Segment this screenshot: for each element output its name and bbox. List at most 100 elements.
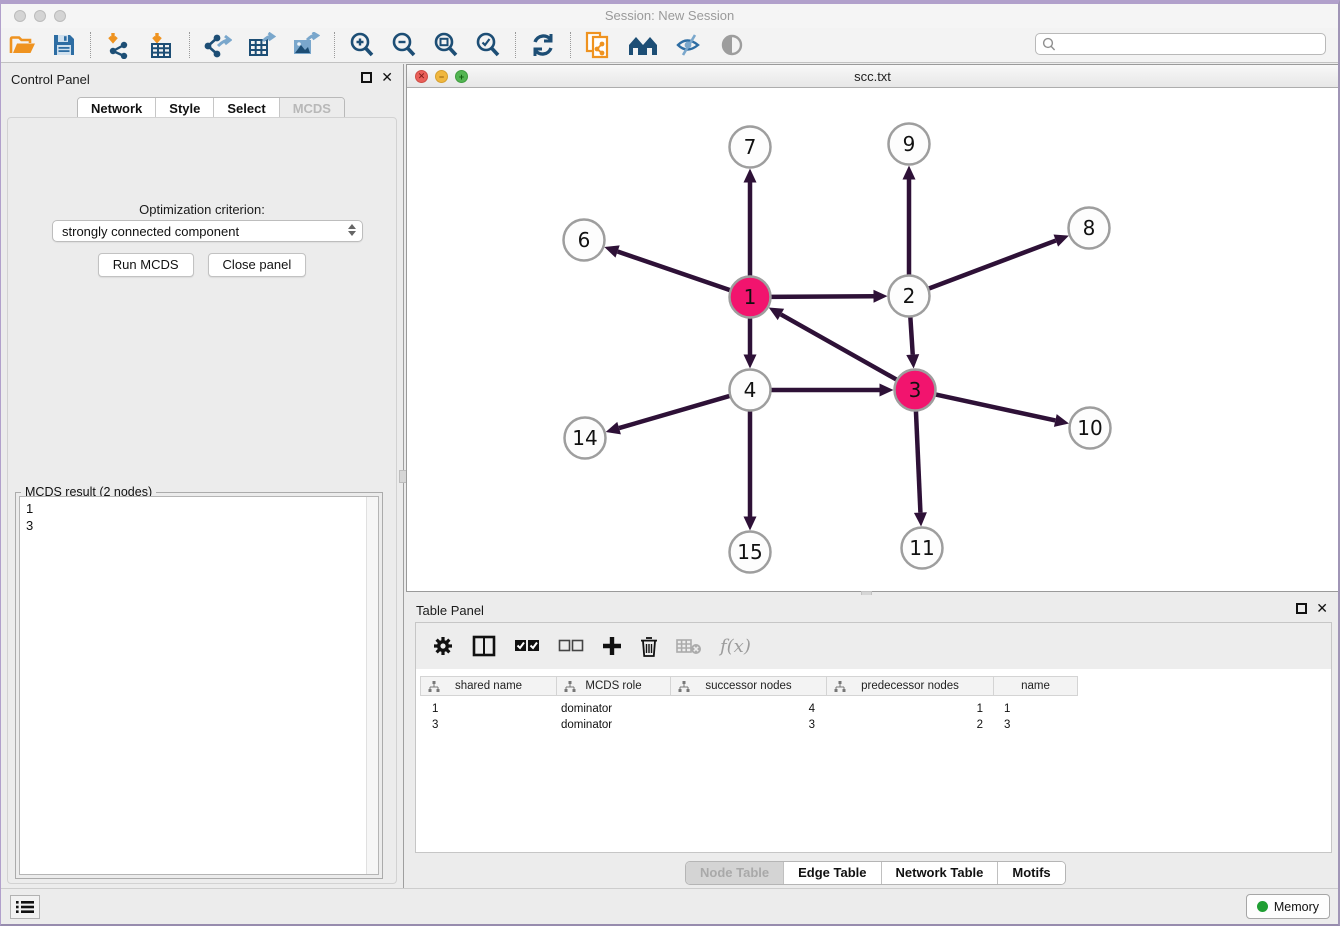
refresh-icon	[530, 32, 556, 58]
column-header-mcds-role[interactable]: MCDS role	[557, 676, 671, 696]
memory-button[interactable]: Memory	[1246, 894, 1330, 919]
search-box[interactable]	[1035, 33, 1326, 55]
close-panel-button[interactable]: Close panel	[208, 253, 307, 277]
graph-edge-4-14[interactable]	[619, 395, 732, 428]
network-window-titlebar[interactable]: ✕ − + scc.txt	[407, 65, 1338, 88]
toolbar-separator	[515, 32, 516, 58]
tab-edge-table[interactable]: Edge Table	[784, 862, 881, 884]
float-panel-icon[interactable]	[361, 72, 372, 83]
clone-network-button[interactable]	[577, 30, 619, 60]
graph-arrowhead	[604, 245, 619, 257]
cell-successor-nodes[interactable]: 4	[675, 701, 815, 717]
tab-node-table[interactable]: Node Table	[686, 862, 784, 884]
delete-trash-icon[interactable]	[640, 636, 658, 657]
network-canvas[interactable]: 7968124314101511	[407, 88, 1338, 591]
graph-edge-3-10[interactable]	[933, 394, 1055, 421]
cell-predecessor-nodes[interactable]: 2	[831, 717, 983, 733]
graph-node-label: 10	[1077, 416, 1102, 440]
graph-node-label: 2	[903, 284, 916, 308]
toolbar-separator	[334, 32, 335, 58]
houses-icon	[627, 33, 659, 57]
shared-column-icon	[564, 681, 576, 693]
show-hidden-button[interactable]	[711, 30, 753, 60]
tab-motifs[interactable]: Motifs	[998, 862, 1064, 884]
zoom-selected-button[interactable]	[467, 30, 509, 60]
zoom-out-button[interactable]	[383, 30, 425, 60]
column-header-name[interactable]: name	[994, 676, 1078, 696]
cell-predecessor-nodes[interactable]: 1	[831, 701, 983, 717]
control-panel-title: Control Panel	[11, 72, 90, 87]
import-network-icon	[105, 32, 133, 59]
criterion-dropdown[interactable]: strongly connected component	[52, 220, 363, 242]
table-panel: Table Panel ✕	[406, 595, 1338, 888]
textarea-scrollbar[interactable]	[366, 497, 378, 874]
hide-selected-button[interactable]	[667, 30, 711, 60]
shared-column-icon	[678, 681, 690, 693]
graph-arrowhead	[903, 166, 916, 180]
graph-edge-2-3[interactable]	[910, 314, 913, 354]
column-header-predecessor-nodes[interactable]: predecessor nodes	[827, 676, 994, 696]
graph-edge-1-2[interactable]	[768, 296, 873, 297]
memory-status-dot	[1257, 901, 1268, 912]
toolbar-separator	[570, 32, 571, 58]
clone-network-icon	[585, 31, 611, 59]
graph-node-label: 7	[744, 135, 757, 159]
control-panel: Control Panel ✕ Network Style Select MCD…	[1, 64, 404, 888]
open-session-button[interactable]	[1, 30, 44, 60]
graph-arrowhead	[1054, 414, 1069, 427]
zoom-fit-icon	[433, 32, 459, 58]
graph-arrowhead	[1053, 234, 1068, 246]
export-network-button[interactable]	[196, 30, 240, 60]
clear-checkboxes-icon[interactable]	[558, 638, 584, 654]
tab-network-table[interactable]: Network Table	[882, 862, 999, 884]
cell-mcds-role[interactable]: dominator	[561, 701, 667, 717]
network-graph[interactable]: 7968124314101511	[407, 88, 1338, 592]
graph-node-label: 15	[737, 540, 762, 564]
eye-disabled-icon	[719, 33, 745, 57]
run-mcds-button[interactable]: Run MCDS	[98, 253, 194, 277]
status-bar: Memory	[1, 888, 1338, 924]
graph-arrowhead	[606, 422, 621, 434]
export-table-button[interactable]	[240, 30, 284, 60]
import-table-button[interactable]	[141, 30, 183, 60]
import-table-icon	[149, 32, 175, 59]
column-header-shared-name[interactable]: shared name	[420, 676, 557, 696]
add-column-plus-icon[interactable]	[602, 636, 622, 656]
import-network-button[interactable]	[97, 30, 141, 60]
zoom-fit-button[interactable]	[425, 30, 467, 60]
open-folder-icon	[9, 33, 36, 57]
graph-edge-2-8[interactable]	[926, 241, 1055, 290]
table-settings-gear-icon[interactable]	[432, 635, 454, 657]
export-image-button[interactable]	[284, 30, 328, 60]
cell-successor-nodes[interactable]: 3	[675, 717, 815, 733]
graph-arrowhead	[914, 512, 927, 526]
mcds-result-groupbox: MCDS result (2 nodes) 1 3	[15, 492, 383, 879]
search-input[interactable]	[1057, 36, 1325, 52]
mcds-result-textarea[interactable]: 1 3	[19, 496, 379, 875]
cell-shared-name[interactable]: 1	[432, 701, 552, 717]
cell-name[interactable]: 1	[1004, 701, 1074, 717]
list-icon	[16, 900, 34, 914]
cell-shared-name[interactable]: 3	[432, 717, 552, 733]
graph-node-label: 9	[903, 132, 916, 156]
zoom-out-icon	[391, 32, 417, 58]
select-all-checkboxes-icon[interactable]	[514, 638, 540, 654]
close-table-panel-icon[interactable]: ✕	[1316, 603, 1328, 614]
graph-edge-3-1[interactable]	[781, 314, 899, 380]
column-selector-icon[interactable]	[472, 635, 496, 657]
float-table-panel-icon[interactable]	[1296, 603, 1307, 614]
criterion-value: strongly connected component	[62, 224, 239, 239]
save-session-button[interactable]	[44, 30, 84, 60]
zoom-in-button[interactable]	[341, 30, 383, 60]
close-panel-icon[interactable]: ✕	[381, 72, 393, 83]
graph-edge-3-11[interactable]	[916, 408, 921, 512]
cell-mcds-role[interactable]: dominator	[561, 717, 667, 733]
task-history-button[interactable]	[10, 895, 40, 919]
refresh-layout-button[interactable]	[522, 30, 564, 60]
graph-edge-1-6[interactable]	[618, 252, 733, 291]
toolbar-separator	[189, 32, 190, 58]
cell-name[interactable]: 3	[1004, 717, 1074, 733]
graph-node-label: 14	[572, 426, 597, 450]
first-neighbors-button[interactable]	[619, 30, 667, 60]
column-header-successor-nodes[interactable]: successor nodes	[671, 676, 827, 696]
